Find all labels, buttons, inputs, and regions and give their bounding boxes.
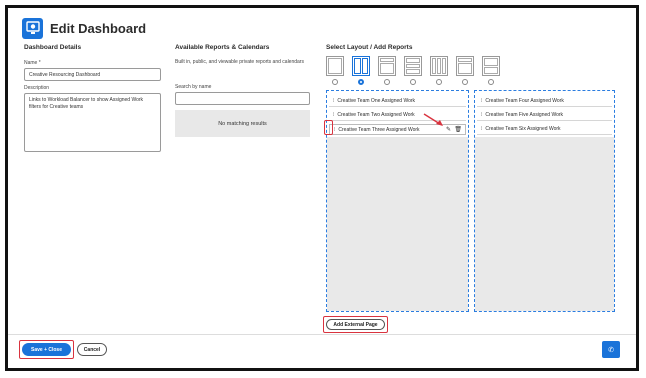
layout-radio-7[interactable] [488,79,494,85]
drag-handle-icon[interactable]: ⁞ [481,126,482,132]
reports-subtitle: Built in, public, and viewable private r… [175,59,304,65]
drag-handle-icon[interactable]: ⁞ [334,127,335,133]
top-two-column-layout-icon [378,56,396,76]
footer-divider [8,334,636,335]
layout-option-4[interactable] [404,56,422,85]
chat-help-icon[interactable]: ✆ [602,341,620,358]
layout-radio-3[interactable] [384,79,390,85]
drag-handle-icon[interactable]: ⁞ [481,112,482,118]
add-external-page-button[interactable]: Add External Page [326,319,385,330]
report-label: Creative Team Four Assigned Work [485,98,564,104]
report-item[interactable]: ⁞ Creative Team Four Assigned Work [477,96,612,107]
three-column-layout-icon [430,56,448,76]
save-close-button[interactable]: Save + Close [22,343,71,356]
layout-option-2[interactable] [352,56,370,85]
layout-option-1[interactable] [326,56,344,85]
layout-option-7[interactable] [482,56,500,85]
layout-radio-5[interactable] [436,79,442,85]
report-item[interactable]: ⁞ Creative Team Five Assigned Work [477,110,612,121]
grid-layout-icon [482,56,500,76]
report-item[interactable]: ⁞ Creative Team Six Assigned Work [477,124,612,135]
cancel-button[interactable]: Cancel [77,343,107,356]
dashboard-editor-window: Edit Dashboard Dashboard Details Name * … [5,5,639,371]
report-label: Creative Team Five Assigned Work [485,112,564,118]
layout-radio-2[interactable] [358,79,364,85]
right-column-dropzone[interactable] [475,137,614,311]
stacked-rows-layout-icon [404,56,422,76]
report-label: Creative Team Two Assigned Work [337,112,415,118]
report-label: Creative Team Three Assigned Work [338,126,420,133]
drag-handle-icon[interactable]: ⁞ [481,98,482,104]
layout-radio-6[interactable] [462,79,468,85]
annotation-arrow-icon [423,113,443,126]
details-title: Dashboard Details [24,44,82,51]
search-label: Search by name [175,84,212,90]
report-item[interactable]: ⁞ Creative Team One Assigned Work [329,96,466,107]
edit-pencil-icon[interactable]: ✎ [446,126,451,133]
layout-options [326,56,500,85]
drag-handle-icon[interactable]: ⁞ [333,112,334,118]
description-label: Description [24,85,50,91]
layout-radio-1[interactable] [332,79,338,85]
layout-option-5[interactable] [430,56,448,85]
search-input[interactable] [175,92,310,105]
two-column-layout-icon [352,56,370,76]
name-input[interactable]: Creative Resourcing Dashboard [24,68,161,81]
dashboard-icon [22,17,43,39]
right-report-column[interactable]: ⁞ Creative Team Four Assigned Work ⁞ Creat… [474,90,615,312]
single-column-layout-icon [326,56,344,76]
report-label: Creative Team One Assigned Work [337,98,416,104]
layout-radio-4[interactable] [410,79,416,85]
page-title: Edit Dashboard [50,20,147,36]
layout-option-6[interactable] [456,56,474,85]
layout-option-3[interactable] [378,56,396,85]
report-label: Creative Team Six Assigned Work [485,126,561,132]
no-results-message: No matching results [175,110,310,137]
left-report-column[interactable]: ⁞ Creative Team One Assigned Work ⁞ Creati… [326,90,469,312]
description-textarea[interactable]: Links to Workload Balancer to show Assig… [24,93,161,152]
header-three-column-layout-icon [456,56,474,76]
left-column-dropzone[interactable] [327,137,468,311]
name-label: Name * [24,60,41,66]
drag-handle-highlight [324,120,333,135]
drag-handle-icon[interactable]: ⁞ [333,98,334,104]
delete-trash-icon[interactable]: 🗑 [454,126,462,133]
layout-title: Select Layout / Add Reports [326,44,413,51]
reports-title: Available Reports & Calendars [175,44,270,51]
header: Edit Dashboard [22,17,146,39]
